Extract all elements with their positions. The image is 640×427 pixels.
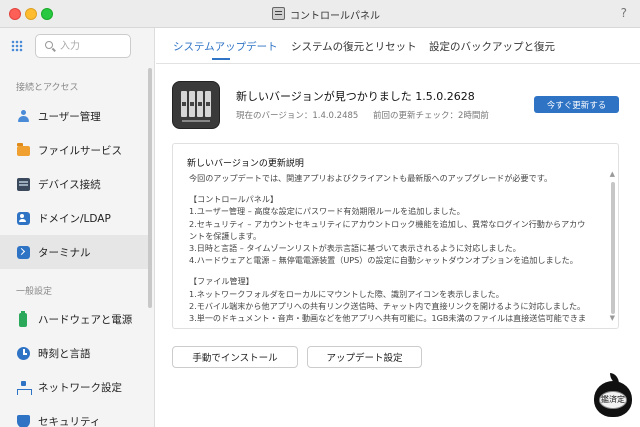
nas-device-icon — [172, 81, 220, 129]
sidebar-item-security[interactable]: セキュリティ — [0, 404, 148, 427]
sidebar-item-domain-ldap[interactable]: ドメイン/LDAP — [0, 201, 148, 235]
sidebar-item-time-language[interactable]: 時刻と言語 — [0, 336, 148, 370]
release-notes-panel: 新しいバージョンの更新説明 今回のアップデートでは、関連アプリおよびクライアント… — [172, 143, 619, 329]
clock-icon — [17, 347, 30, 360]
device-icon — [17, 178, 30, 191]
release-notes-line: 1.ネットワークフォルダをローカルにマウントした際、識別アイコンを表示しました。 — [189, 288, 504, 299]
update-now-button[interactable]: 今すぐ更新する — [534, 96, 619, 113]
release-notes-line: ントを保護します。 — [189, 230, 262, 241]
sidebar-item-terminal[interactable]: ターミナル — [0, 235, 148, 269]
control-panel-window: コントロールパネル ? 接続とアクセス ユーザー管理 ファイルサービス デバイス… — [0, 0, 640, 427]
release-notes-spacer — [189, 184, 607, 193]
scroll-up-arrow-icon[interactable]: ▲ — [610, 170, 615, 178]
sidebar-item-device-connection[interactable]: デバイス接続 — [0, 167, 148, 201]
search-icon — [45, 41, 53, 49]
sidebar-item-label: ユーザー管理 — [38, 111, 101, 123]
apps-grid-icon[interactable] — [11, 40, 23, 52]
sidebar-item-hardware-power[interactable]: ハードウェアと電源 — [0, 302, 148, 336]
new-version-title: 新しいバージョンが見つかりました 1.5.0.2628 — [236, 90, 475, 103]
scroll-down-arrow-icon[interactable]: ▼ — [610, 314, 615, 322]
shield-icon — [17, 415, 30, 427]
release-notes-line: 2.モバイル端末から他アプリへの共有リンク送信時、チャット内で直接リンクを開ける… — [189, 300, 586, 311]
release-notes-line: 3.単一のドキュメント・音声・動画などを他アプリへ共有可能に。1GB未満のファイ… — [189, 312, 587, 323]
release-notes-line: 2.セキュリティ – アカウントセキュリティにアカウントロック機能を追加し、異常… — [189, 218, 586, 229]
update-settings-button[interactable]: アップデート設定 — [307, 346, 422, 368]
sidebar-item-label: ドメイン/LDAP — [38, 213, 111, 225]
release-notes-title: 新しいバージョンの更新説明 — [187, 159, 304, 169]
release-notes-body: 今回のアップデートでは、関連アプリおよびクライアントも最新版へのアップグレードが… — [189, 172, 607, 324]
section-label-connection-access: 接続とアクセス — [16, 83, 79, 93]
user-icon — [17, 110, 30, 123]
close-window-button[interactable] — [9, 8, 21, 20]
last-check-text: 前回の更新チェック：2時間前 — [373, 111, 489, 121]
domain-icon — [17, 212, 30, 225]
release-notes-scrollbar[interactable] — [611, 182, 615, 314]
version-info: 現在のバージョン：1.4.0.2485 前回の更新チェック：2時間前 — [236, 109, 489, 121]
sidebar-item-user-management[interactable]: ユーザー管理 — [0, 99, 148, 133]
manual-install-button[interactable]: 手動でインストール — [172, 346, 298, 368]
tab-system-update[interactable]: システムアップデート — [173, 39, 278, 54]
help-icon[interactable]: ? — [621, 6, 627, 20]
sidebar-item-network-settings[interactable]: ネットワーク設定 — [0, 370, 148, 404]
sidebar-item-label: ファイルサービス — [38, 145, 122, 157]
minimize-window-button[interactable] — [25, 8, 37, 20]
release-notes-line: 4.ハードウェアと電源 – 無停電電源装置（UPS）の設定に自動シャットダウンオ… — [189, 255, 578, 266]
section-label-general-settings: 一般設定 — [16, 287, 53, 297]
sidebar: 接続とアクセス ユーザー管理 ファイルサービス デバイス接続 ドメイン/LDAP… — [0, 28, 155, 427]
watermark-stamp: 鑑済定 — [599, 391, 627, 409]
sidebar-scrollbar[interactable] — [148, 68, 152, 308]
title-bar: コントロールパネル ? — [0, 0, 640, 28]
release-notes-line: 今回のアップデートでは、関連アプリおよびクライアントも最新版へのアップグレードが… — [189, 173, 553, 183]
release-notes-spacer — [189, 266, 607, 275]
sidebar-item-file-services[interactable]: ファイルサービス — [0, 133, 148, 167]
active-tab-indicator — [212, 58, 230, 60]
search-box[interactable] — [35, 34, 131, 58]
zoom-window-button[interactable] — [41, 8, 53, 20]
release-notes-line: 【コントロールパネル】 — [189, 194, 279, 205]
main-panel: システムアップデート システムの復元とリセット 設定のバックアップと復元 新しい… — [156, 28, 640, 427]
tab-settings-backup-restore[interactable]: 設定のバックアップと復元 — [429, 39, 555, 54]
release-notes-line: 【ファイル管理】 — [189, 276, 254, 287]
current-version-text: 現在のバージョン：1.4.0.2485 — [236, 111, 359, 121]
tab-system-restore-reset[interactable]: システムの復元とリセット — [291, 39, 417, 54]
sidebar-item-label: ネットワーク設定 — [38, 382, 122, 394]
window-title: コントロールパネル — [290, 11, 380, 22]
control-panel-app-icon — [272, 7, 285, 20]
network-icon — [17, 381, 32, 395]
sidebar-item-label: ターミナル — [38, 247, 91, 259]
watermark-logo: 鑑済定 — [590, 373, 636, 423]
sidebar-item-label: ハードウェアと電源 — [38, 314, 133, 326]
battery-icon — [19, 311, 27, 327]
sidebar-item-label: デバイス接続 — [38, 179, 101, 191]
sidebar-item-label: 時刻と言語 — [38, 348, 91, 360]
release-notes-line: 3.日時と言語 – タイムゾーンリストが表示言語に基づいて表示されるように対応し… — [189, 242, 521, 253]
folder-icon — [17, 143, 30, 156]
tab-bar: システムアップデート システムの復元とリセット 設定のバックアップと復元 — [156, 28, 640, 64]
release-notes-line: 1.ユーザー管理 – 高度な設定にパスワード有効期限ルールを追加しました。 — [189, 206, 465, 217]
search-input[interactable] — [60, 38, 126, 54]
terminal-icon — [17, 246, 30, 259]
sidebar-item-label: セキュリティ — [38, 416, 101, 427]
